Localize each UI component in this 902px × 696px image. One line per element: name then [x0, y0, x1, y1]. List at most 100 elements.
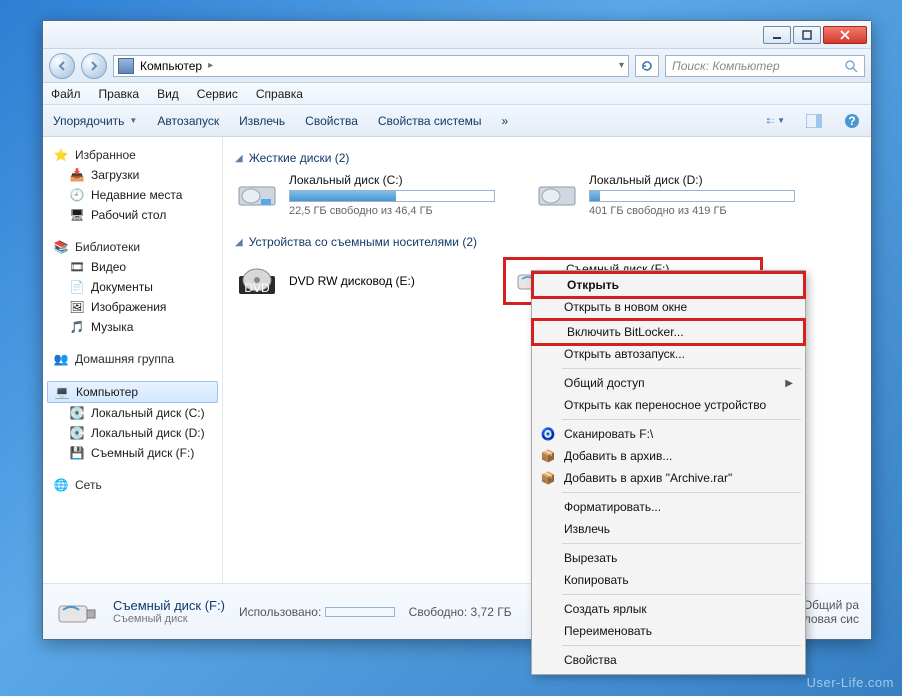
separator [562, 368, 801, 369]
address-bar[interactable]: Компьютер ▸ ▾ [113, 55, 629, 77]
section-removable[interactable]: ◢Устройства со съемными носителями (2) [235, 235, 859, 249]
minimize-button[interactable] [763, 26, 791, 44]
toolbar-more[interactable]: » [502, 114, 509, 128]
drive-dvd[interactable]: DVD DVD RW дисковод (E:) [235, 257, 475, 305]
ctx-add-archive[interactable]: 📦Добавить в архив... [534, 445, 803, 467]
sidebar-item-drive-d[interactable]: 💽Локальный диск (D:) [47, 423, 218, 443]
hdd-icon: 💽 [69, 425, 85, 441]
back-button[interactable] [49, 53, 75, 79]
preview-pane-button[interactable] [805, 112, 823, 130]
close-button[interactable] [823, 26, 867, 44]
chevron-right-icon: ▸ [208, 60, 213, 71]
computer-icon [118, 58, 134, 74]
details-free-value: 3,72 ГБ [471, 605, 512, 619]
ctx-rename[interactable]: Переименовать [534, 620, 803, 642]
homegroup-icon: 👥 [53, 351, 69, 367]
ctx-add-archive-named[interactable]: 📦Добавить в архив "Archive.rar" [534, 467, 803, 489]
collapse-icon: ◢ [235, 153, 243, 164]
sidebar-item-desktop[interactable]: 🖥Рабочий стол [47, 205, 218, 225]
hdd-icon [535, 173, 579, 211]
dvd-icon: DVD [235, 262, 279, 300]
titlebar [43, 21, 871, 49]
picture-icon: 🖼 [69, 299, 85, 315]
libraries-icon: 📚 [53, 239, 69, 255]
breadcrumb-root[interactable]: Компьютер [140, 59, 202, 73]
eject-button[interactable]: Извлечь [239, 114, 285, 128]
menu-help[interactable]: Справка [256, 87, 303, 101]
ctx-enable-bitlocker[interactable]: Включить BitLocker... [534, 321, 803, 343]
toolbar: Упорядочить▼ Автозапуск Извлечь Свойства… [43, 105, 871, 137]
chevron-down-icon[interactable]: ▾ [619, 60, 624, 71]
sidebar-item-pictures[interactable]: 🖼Изображения [47, 297, 218, 317]
view-button[interactable]: ▼ [767, 112, 785, 130]
sidebar-network[interactable]: 🌐Сеть [47, 475, 218, 495]
menu-tools[interactable]: Сервис [197, 87, 238, 101]
star-icon: ⭐ [53, 147, 69, 163]
maximize-button[interactable] [793, 26, 821, 44]
sidebar-computer[interactable]: 💻Компьютер [47, 381, 218, 403]
document-icon: 📄 [69, 279, 85, 295]
section-hdd[interactable]: ◢Жесткие диски (2) [235, 151, 859, 165]
drive-free: 22,5 ГБ свободно из 46,4 ГБ [289, 205, 495, 217]
drive-c[interactable]: Локальный диск (C:) 22,5 ГБ свободно из … [235, 173, 495, 217]
desktop-icon: 🖥 [69, 207, 85, 223]
sidebar: ⭐Избранное 📥Загрузки 🕘Недавние места 🖥Ра… [43, 137, 223, 583]
sidebar-item-videos[interactable]: 🎞Видео [47, 257, 218, 277]
ctx-open-new-window[interactable]: Открыть в новом окне [534, 296, 803, 318]
menu-view[interactable]: Вид [157, 87, 179, 101]
search-input[interactable]: Поиск: Компьютер [665, 55, 865, 77]
drive-name: DVD RW дисковод (E:) [289, 274, 415, 288]
ctx-format[interactable]: Форматировать... [534, 496, 803, 518]
collapse-icon: ◢ [235, 237, 243, 248]
menu-edit[interactable]: Правка [99, 87, 140, 101]
ctx-scan[interactable]: 🧿Сканировать F:\ [534, 423, 803, 445]
nav-row: Компьютер ▸ ▾ Поиск: Компьютер [43, 49, 871, 83]
ctx-open-portable[interactable]: Открыть как переносное устройство [534, 394, 803, 416]
sidebar-item-recent[interactable]: 🕘Недавние места [47, 185, 218, 205]
chevron-down-icon: ▼ [129, 116, 137, 125]
ctx-open-autoplay[interactable]: Открыть автозапуск... [534, 343, 803, 365]
sidebar-item-downloads[interactable]: 📥Загрузки [47, 165, 218, 185]
organize-button[interactable]: Упорядочить▼ [53, 114, 137, 128]
ctx-cut[interactable]: Вырезать [534, 547, 803, 569]
computer-icon: 💻 [54, 384, 70, 400]
search-placeholder: Поиск: Компьютер [672, 59, 780, 73]
drive-free: 401 ГБ свободно из 419 ГБ [589, 205, 795, 217]
watermark: User-Life.com [807, 675, 894, 690]
ctx-open[interactable]: Открыть [534, 274, 803, 296]
usb-icon [55, 592, 99, 632]
chevron-right-icon: ▶ [785, 378, 793, 389]
forward-button[interactable] [81, 53, 107, 79]
autoplay-button[interactable]: Автозапуск [157, 114, 219, 128]
properties-button[interactable]: Свойства [305, 114, 358, 128]
details-free-label: Свободно: [409, 605, 468, 619]
hdd-icon: 💽 [69, 405, 85, 421]
menu-file[interactable]: Файл [51, 87, 81, 101]
svg-text:DVD: DVD [244, 281, 270, 295]
ctx-create-shortcut[interactable]: Создать ярлык [534, 598, 803, 620]
capacity-bar [289, 190, 495, 202]
system-properties-button[interactable]: Свойства системы [378, 114, 482, 128]
sidebar-item-music[interactable]: 🎵Музыка [47, 317, 218, 337]
sidebar-libraries[interactable]: 📚Библиотеки [47, 237, 218, 257]
ctx-share[interactable]: Общий доступ▶ [534, 372, 803, 394]
ctx-properties[interactable]: Свойства [534, 649, 803, 671]
help-button[interactable]: ? [843, 112, 861, 130]
separator [562, 492, 801, 493]
downloads-icon: 📥 [69, 167, 85, 183]
details-title: Съемный диск (F:) [113, 598, 225, 613]
sidebar-homegroup[interactable]: 👥Домашняя группа [47, 349, 218, 369]
ctx-eject[interactable]: Извлечь [534, 518, 803, 540]
capacity-bar [589, 190, 795, 202]
svg-text:?: ? [848, 114, 855, 128]
ctx-copy[interactable]: Копировать [534, 569, 803, 591]
capacity-bar [325, 607, 395, 617]
sidebar-favorites[interactable]: ⭐Избранное [47, 145, 218, 165]
refresh-button[interactable] [635, 55, 659, 77]
sidebar-item-documents[interactable]: 📄Документы [47, 277, 218, 297]
drive-d[interactable]: Локальный диск (D:) 401 ГБ свободно из 4… [535, 173, 795, 217]
usb-icon: 💾 [69, 445, 85, 461]
sidebar-item-drive-f[interactable]: 💾Съемный диск (F:) [47, 443, 218, 463]
sidebar-item-drive-c[interactable]: 💽Локальный диск (C:) [47, 403, 218, 423]
separator [562, 543, 801, 544]
